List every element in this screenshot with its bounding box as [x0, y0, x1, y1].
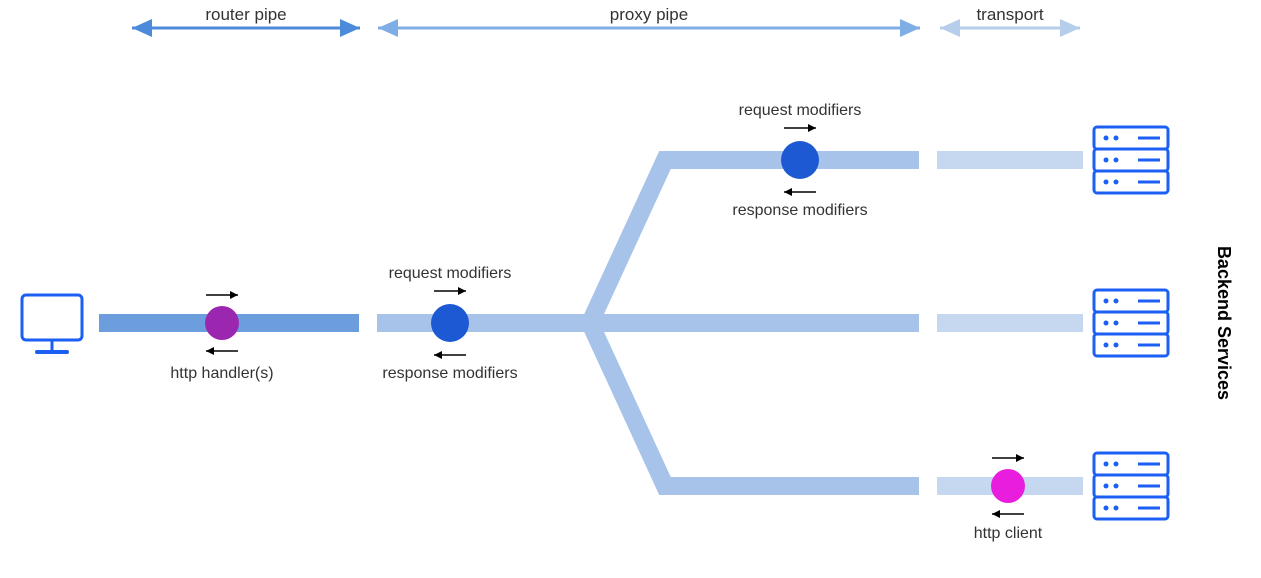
label-response-modifiers-2: response modifiers [732, 202, 867, 219]
section-proxy-pipe: proxy pipe [378, 5, 920, 37]
section-label-proxy: proxy pipe [610, 5, 688, 24]
section-label-router: router pipe [205, 5, 286, 24]
section-router-pipe: router pipe [132, 5, 360, 37]
backend-services-label: Backend Services [1214, 246, 1234, 400]
node-proxy-modifiers [431, 304, 469, 342]
label-http-handlers: http handler(s) [170, 365, 273, 382]
label-request-modifiers-2: request modifiers [739, 102, 862, 119]
section-transport: transport [940, 5, 1080, 37]
client-icon [22, 295, 82, 352]
diagram-root: router pipe proxy pipe transport [0, 0, 1261, 578]
label-request-modifiers-1: request modifiers [389, 265, 512, 282]
server-icon-bottom [1094, 453, 1168, 519]
pipe-proxy-branch-top [590, 160, 919, 323]
node-branch-top-modifiers [781, 141, 819, 179]
section-label-transport: transport [976, 5, 1043, 24]
server-icon-top [1094, 127, 1168, 193]
node-http-client [991, 469, 1025, 503]
pipe-proxy-branch-bottom [590, 323, 919, 486]
node-http-handlers [205, 306, 239, 340]
label-http-client: http client [974, 525, 1043, 542]
label-response-modifiers-1: response modifiers [382, 365, 517, 382]
server-icon-mid [1094, 290, 1168, 356]
